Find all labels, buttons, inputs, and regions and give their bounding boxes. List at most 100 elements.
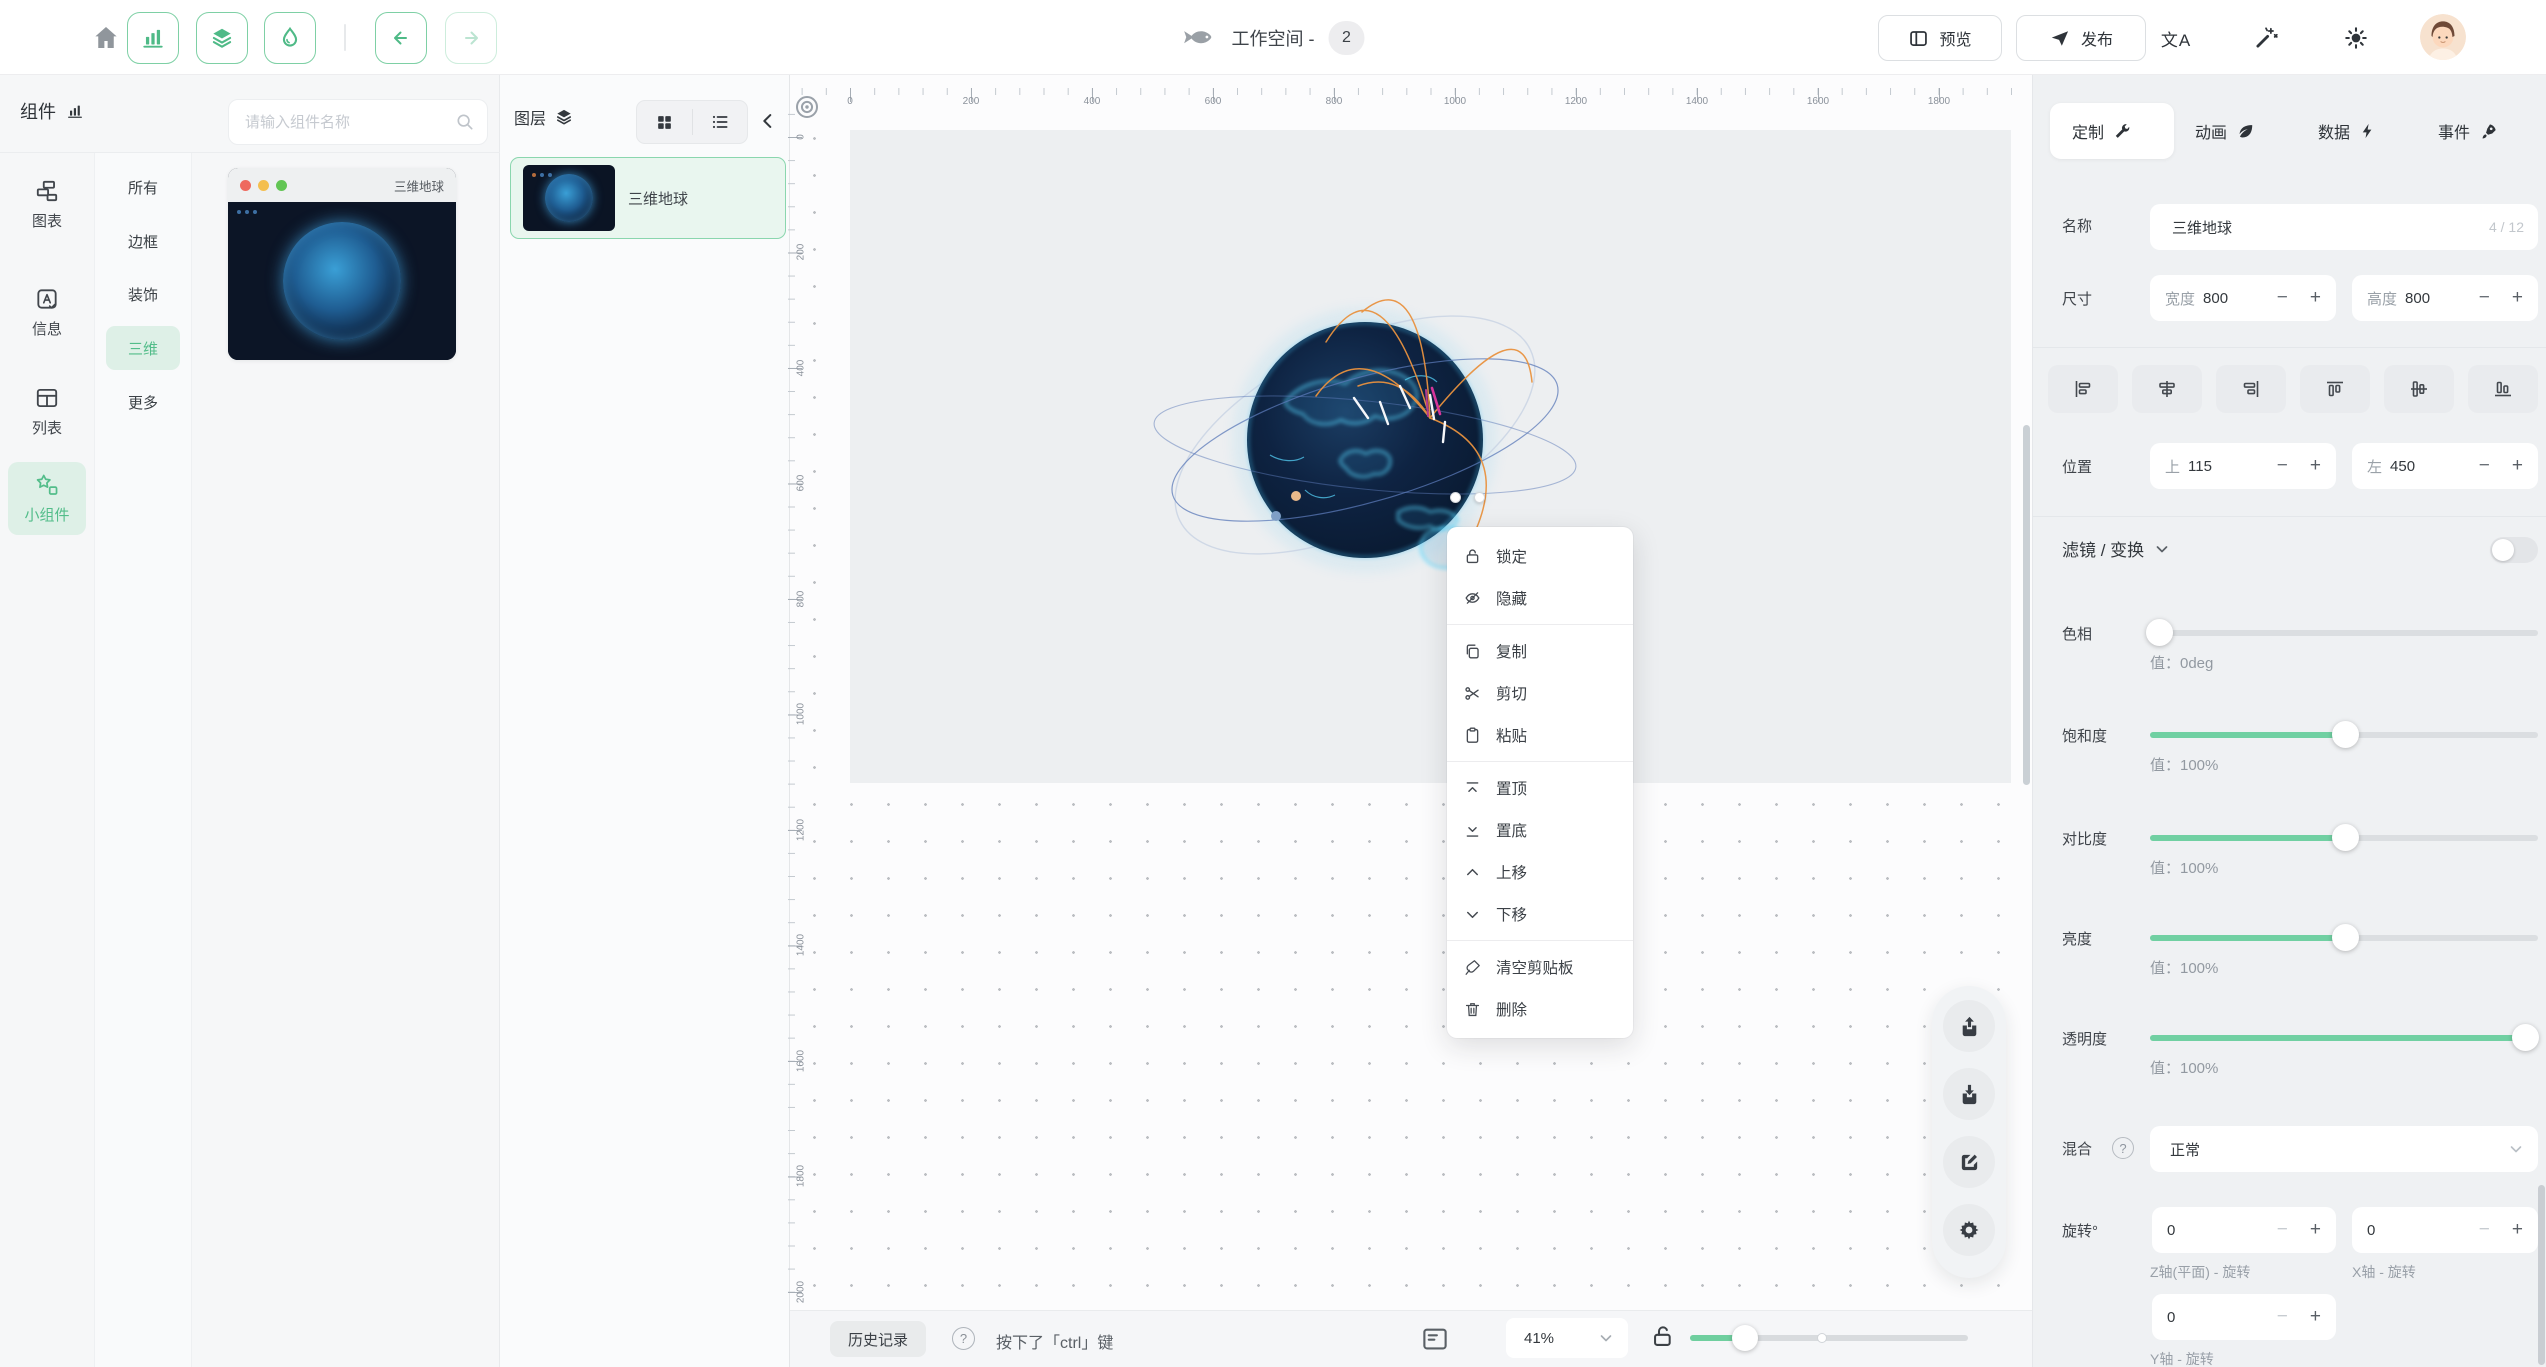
plus-button[interactable]: + [2310,1219,2321,1241]
minus-button[interactable]: − [2479,1219,2490,1241]
layers-tool-button[interactable] [196,12,248,64]
width-value[interactable]: 800 [2203,290,2228,307]
redo-button[interactable] [445,12,497,64]
context-menu-item-copy[interactable]: 复制 [1447,630,1633,672]
category-3d[interactable]: 三维 [106,326,180,370]
sidebar-item-list[interactable]: 列表 [8,375,86,448]
minus-button[interactable]: − [2277,287,2288,309]
contrast-slider-thumb[interactable] [2332,824,2359,851]
component-card-3d-earth[interactable]: 三维地球 [228,168,456,360]
context-menu-item-clear-clipboard[interactable]: 清空剪贴板 [1447,946,1633,988]
minus-button[interactable]: − [2277,1219,2288,1241]
workspace-badge[interactable]: 2 [1329,21,1365,55]
saturation-slider[interactable] [2150,732,2538,738]
align-left-button[interactable] [2048,365,2118,413]
brightness-slider-thumb[interactable] [2332,924,2359,951]
opacity-slider-thumb[interactable] [2512,1024,2539,1051]
context-menu-item-bring-to-front[interactable]: 置顶 [1447,767,1633,809]
plus-button[interactable]: + [2512,287,2523,309]
hue-slider[interactable] [2150,630,2538,636]
minus-button[interactable]: − [2479,287,2490,309]
edit-button[interactable] [1943,1136,1995,1188]
opacity-slider[interactable] [2150,1035,2538,1041]
category-more[interactable]: 更多 [106,380,180,424]
saturation-slider-thumb[interactable] [2332,721,2359,748]
chart-tool-button[interactable] [127,12,179,64]
filter-toggle[interactable] [2490,537,2538,563]
sidebar-item-info[interactable]: 信息 [8,276,86,349]
drop-tool-button[interactable] [264,12,316,64]
canvas-vertical-scrollbar[interactable] [2023,425,2030,785]
history-button[interactable]: 历史记录 [830,1321,926,1357]
filter-transform-section[interactable]: 滤镜 / 变换 [2062,536,2170,561]
layer-item-3d-earth[interactable]: 三维地球 [510,157,786,239]
zoom-lock-button[interactable] [1650,1323,1677,1350]
translate-button[interactable]: 文A [2160,22,2192,54]
align-right-button[interactable] [2216,365,2286,413]
undo-button[interactable] [375,12,427,64]
category-border[interactable]: 边框 [106,219,180,263]
brightness-slider[interactable] [2150,935,2538,941]
ruler-origin-crosshair-icon[interactable] [791,91,823,123]
home-button[interactable] [88,20,124,56]
publish-button[interactable]: 发布 [2016,15,2146,61]
align-bottom-button[interactable] [2468,365,2538,413]
tab-animation[interactable]: 动画 [2195,103,2255,159]
position-left-value[interactable]: 450 [2390,458,2415,475]
plus-button[interactable]: + [2512,1219,2523,1241]
grid-view-button[interactable] [637,101,692,143]
context-menu-item-delete[interactable]: 删除 [1447,988,1633,1030]
position-top-value[interactable]: 115 [2188,458,2212,475]
panel-scrollbar[interactable] [2538,1185,2545,1365]
minus-button[interactable]: − [2479,455,2490,477]
context-menu-item-lock[interactable]: 锁定 [1447,535,1633,577]
resize-handle[interactable] [1450,492,1461,503]
magic-wand-button[interactable] [2250,22,2282,54]
minus-button[interactable]: − [2277,1306,2288,1328]
height-value[interactable]: 800 [2405,290,2430,307]
collapse-panel-button[interactable] [757,110,779,132]
preview-button[interactable]: 预览 [1878,15,2002,61]
tab-events[interactable]: 事件 [2438,103,2498,159]
plus-button[interactable]: + [2310,287,2321,309]
align-middle-vertical-button[interactable] [2384,365,2454,413]
rotation-x-value[interactable]: 0 [2367,1222,2375,1239]
notes-button[interactable] [1420,1324,1450,1354]
plus-button[interactable]: + [2310,1306,2321,1328]
help-icon[interactable]: ? [952,1327,975,1350]
zoom-slider-thumb[interactable] [1732,1325,1758,1351]
user-avatar[interactable] [2420,14,2466,60]
resize-handle[interactable] [1474,492,1485,503]
context-menu-item-move-up[interactable]: 上移 [1447,851,1633,893]
plus-button[interactable]: + [2512,455,2523,477]
context-menu-item-cut[interactable]: 剪切 [1447,672,1633,714]
rotation-z-value[interactable]: 0 [2167,1222,2175,1239]
settings-button[interactable] [1943,1204,1995,1256]
list-view-button[interactable] [693,101,748,143]
context-menu-item-paste[interactable]: 粘贴 [1447,714,1633,756]
category-decoration[interactable]: 装饰 [106,272,180,316]
align-top-button[interactable] [2300,365,2370,413]
name-input[interactable] [2170,218,2489,237]
plus-button[interactable]: + [2310,455,2321,477]
zoom-slider[interactable] [1690,1335,1968,1341]
import-button[interactable] [1943,1068,1995,1120]
minus-button[interactable]: − [2277,455,2288,477]
hue-slider-thumb[interactable] [2146,619,2173,646]
context-menu-item-move-down[interactable]: 下移 [1447,893,1633,935]
blend-help-icon[interactable]: ? [2112,1137,2134,1159]
align-center-horizontal-button[interactable] [2132,365,2202,413]
tab-data[interactable]: 数据 [2318,103,2377,159]
category-all[interactable]: 所有 [106,165,180,209]
context-menu-item-send-to-back[interactable]: 置底 [1447,809,1633,851]
contrast-slider[interactable] [2150,835,2538,841]
theme-brightness-button[interactable] [2340,22,2372,54]
export-button[interactable] [1943,1000,1995,1052]
blend-mode-select[interactable]: 正常 [2150,1126,2538,1172]
rotation-y-value[interactable]: 0 [2167,1309,2175,1326]
sidebar-item-widgets[interactable]: 小组件 [8,462,86,535]
tab-customize[interactable]: 定制 [2072,103,2132,159]
context-menu-item-hide[interactable]: 隐藏 [1447,577,1633,619]
zoom-level-select[interactable]: 41% [1506,1318,1628,1358]
search-input[interactable] [228,99,488,145]
